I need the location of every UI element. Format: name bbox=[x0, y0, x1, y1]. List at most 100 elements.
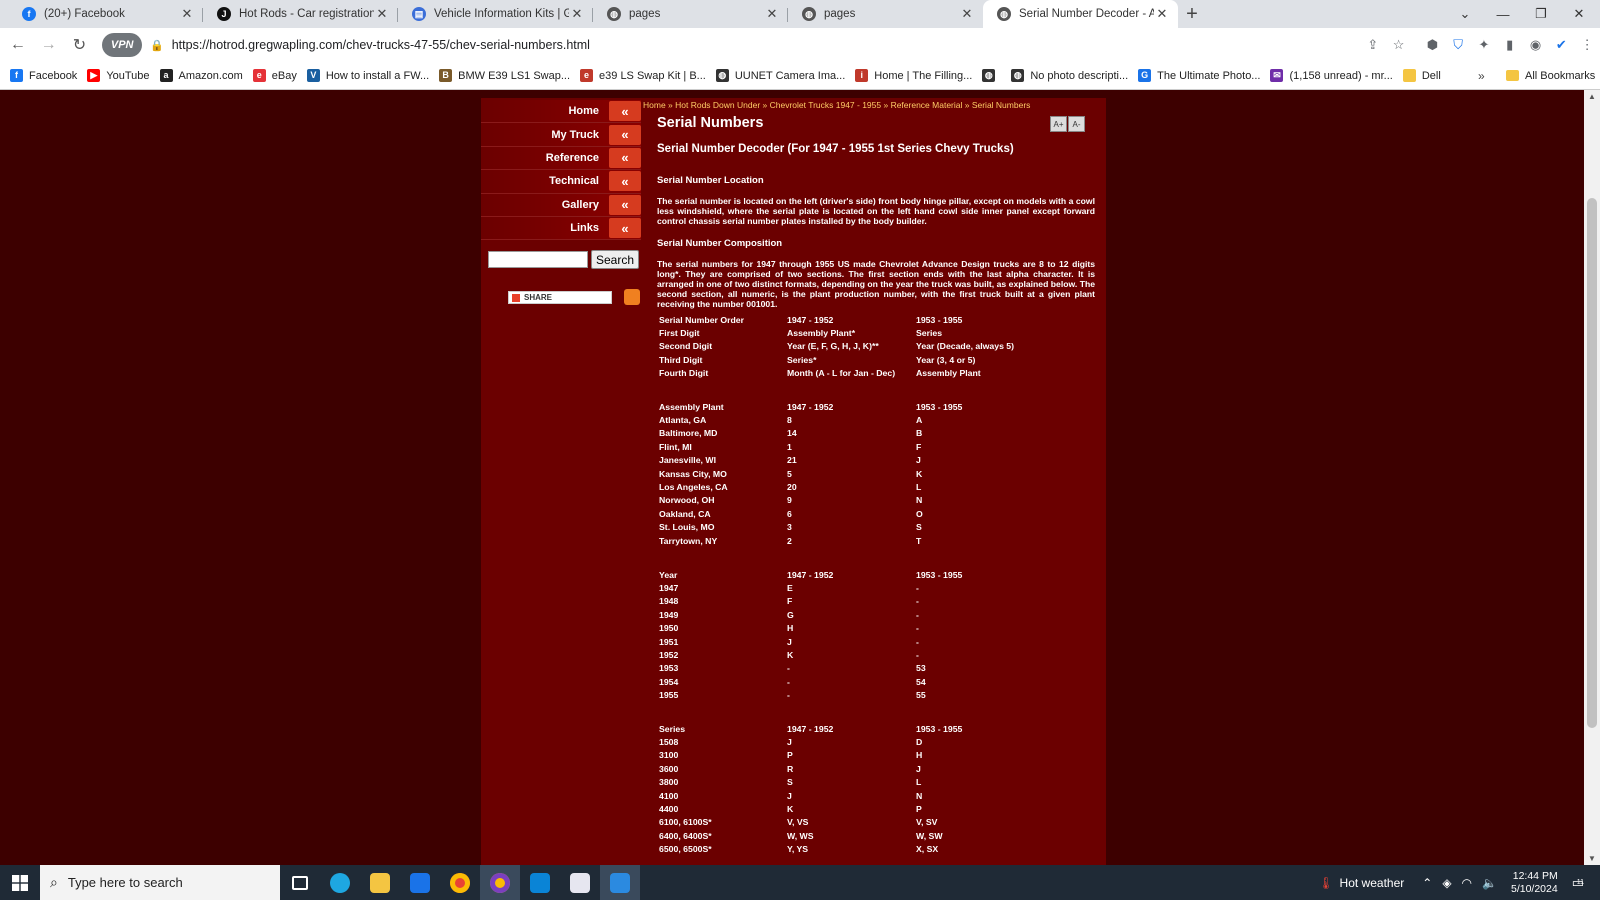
section-heading-location: Serial Number Location bbox=[657, 175, 764, 186]
bookmark-item[interactable]: e eBay bbox=[252, 69, 297, 82]
share-page-icon[interactable]: ⇪ bbox=[1360, 32, 1386, 58]
puzzle-icon[interactable]: ✦ bbox=[1471, 32, 1497, 58]
tab-close-icon[interactable]: ✕ bbox=[569, 6, 585, 22]
mail-icon[interactable] bbox=[400, 865, 440, 900]
tab-close-icon[interactable]: ✕ bbox=[764, 6, 780, 22]
tab-search-icon[interactable]: ⌄ bbox=[1446, 0, 1484, 28]
site-search-input[interactable] bbox=[488, 251, 588, 268]
bookmark-item[interactable]: G The Ultimate Photo... bbox=[1138, 69, 1260, 82]
bookmark-star-icon[interactable]: ☆ bbox=[1386, 32, 1412, 58]
browser-tab-3[interactable]: ◍ pages ✕ bbox=[593, 0, 788, 28]
table-row: Atlanta, GA 8 A bbox=[659, 413, 1096, 426]
table-cell: 1953 bbox=[659, 663, 679, 674]
share-button[interactable]: SHARE bbox=[508, 291, 612, 304]
browser-tab-0[interactable]: f (20+) Facebook ✕ bbox=[8, 0, 203, 28]
chrome-icon[interactable] bbox=[440, 865, 480, 900]
profile-icon[interactable]: ◉ bbox=[1523, 32, 1549, 58]
tab-close-icon[interactable]: ✕ bbox=[374, 6, 390, 22]
taskbar-search-input[interactable]: ⌕ Type here to search bbox=[40, 865, 280, 900]
bookmark-item[interactable]: e e39 LS Swap Kit | B... bbox=[580, 69, 706, 82]
bookmark-item[interactable]: ◍ UUNET Camera Ima... bbox=[715, 69, 845, 82]
forward-icon[interactable]: → bbox=[36, 32, 62, 58]
font-decrease-button[interactable]: A- bbox=[1068, 116, 1085, 132]
scroll-up-icon[interactable]: ▲ bbox=[1584, 92, 1600, 101]
site-search-button[interactable]: Search bbox=[591, 250, 639, 269]
network-icon[interactable]: ◈ bbox=[1442, 876, 1451, 890]
table-cell: 6500, 6500S* bbox=[659, 844, 712, 855]
browser-tab-5[interactable]: ◍ Serial Number Decoder - Advan✕ bbox=[983, 0, 1178, 28]
bookmark-item[interactable]: V How to install a FW... bbox=[306, 69, 429, 82]
bookmark-item[interactable]: ◍ No photo descripti... bbox=[1011, 69, 1128, 82]
tab-title: pages bbox=[824, 8, 856, 20]
more-bookmarks-icon[interactable]: » bbox=[1478, 69, 1485, 83]
tab-title: Serial Number Decoder - Advan bbox=[1019, 8, 1154, 20]
breadcrumb[interactable]: Home » Hot Rods Down Under » Chevrolet T… bbox=[643, 100, 1030, 110]
rss-icon[interactable] bbox=[624, 289, 640, 305]
shield-extension-icon[interactable]: ⛉ bbox=[1445, 32, 1471, 58]
table-cell: Year bbox=[659, 569, 678, 580]
tab-close-icon[interactable]: ✕ bbox=[179, 6, 195, 22]
weather-text[interactable]: Hot weather bbox=[1340, 876, 1405, 890]
clock[interactable]: 12:44 PM 5/10/2024 bbox=[1511, 870, 1558, 896]
bookmark-item[interactable]: a Amazon.com bbox=[159, 69, 243, 82]
address-bar[interactable]: 🔒 https://hotrod.gregwapling.com/chev-tr… bbox=[150, 31, 1360, 59]
font-increase-button[interactable]: A+ bbox=[1050, 116, 1067, 132]
browser-tab-4[interactable]: ◍ pages ✕ bbox=[788, 0, 983, 28]
table-cell: K bbox=[787, 804, 794, 815]
minimize-icon[interactable]: — bbox=[1484, 0, 1522, 28]
back-icon[interactable]: ← bbox=[5, 32, 31, 58]
extension-icon[interactable]: ⬢ bbox=[1419, 32, 1445, 58]
nav-item-home[interactable]: Home « bbox=[481, 100, 641, 124]
notification-icon[interactable]: ▭ 11 bbox=[1572, 875, 1584, 891]
all-bookmarks-button[interactable]: All Bookmarks bbox=[1506, 70, 1595, 82]
table-row: Fourth Digit Month (A - L for Jan - Dec) A… bbox=[659, 367, 1096, 380]
chrome-profile-icon[interactable] bbox=[480, 865, 520, 900]
clock-time: 12:44 PM bbox=[1512, 869, 1558, 882]
security-extension-icon[interactable]: ✔ bbox=[1548, 32, 1574, 58]
store-icon[interactable] bbox=[520, 865, 560, 900]
restore-icon[interactable]: ❐ bbox=[1522, 0, 1560, 28]
nav-item-technical[interactable]: Technical « bbox=[481, 170, 641, 194]
browser-tab-1[interactable]: J Hot Rods - Car registration in Ca✕ bbox=[203, 0, 398, 28]
reload-icon[interactable]: ↻ bbox=[67, 32, 93, 58]
scroll-thumb[interactable] bbox=[1587, 198, 1597, 728]
side-panel-icon[interactable]: ▮ bbox=[1497, 32, 1523, 58]
nav-item-my-truck[interactable]: My Truck « bbox=[481, 123, 641, 147]
table-row: Oakland, CA 6 O bbox=[659, 507, 1096, 520]
table-cell: 9 bbox=[787, 495, 792, 506]
bookmark-item[interactable]: i Home | The Filling... bbox=[855, 69, 972, 82]
nav-item-links[interactable]: Links « bbox=[481, 216, 641, 241]
task-view-icon[interactable] bbox=[280, 865, 320, 900]
vpn-badge[interactable]: VPN bbox=[102, 33, 143, 57]
new-tab-button[interactable]: + bbox=[1178, 0, 1206, 28]
volume-icon[interactable]: 🔈 bbox=[1482, 876, 1497, 890]
bookmark-item[interactable]: ◍ bbox=[982, 69, 1001, 82]
table-cell: Year (E, F, G, H, J, K)** bbox=[787, 341, 879, 352]
photos-icon[interactable] bbox=[600, 865, 640, 900]
gm-icon: ▤ bbox=[412, 7, 426, 21]
chevron-up-icon[interactable]: ⌃ bbox=[1422, 876, 1432, 890]
tab-close-icon[interactable]: ✕ bbox=[1154, 6, 1170, 22]
menu-icon[interactable]: ⋮ bbox=[1574, 32, 1600, 58]
windows-start-icon[interactable] bbox=[0, 865, 40, 900]
scroll-down-icon[interactable]: ▼ bbox=[1584, 854, 1600, 863]
bookmark-item[interactable]: ✉ (1,158 unread) - mr... bbox=[1270, 69, 1393, 82]
bookmark-item[interactable]: f Facebook bbox=[10, 69, 77, 82]
table-cell: 21 bbox=[787, 455, 797, 466]
table-cell: 1953 - 1955 bbox=[916, 569, 963, 580]
bookmark-favicon-icon: ▶ bbox=[87, 69, 101, 82]
tab-close-icon[interactable]: ✕ bbox=[959, 6, 975, 22]
browser-tab-2[interactable]: ▤ Vehicle Information Kits | GM He✕ bbox=[398, 0, 593, 28]
bookmark-item[interactable]: Dell bbox=[1402, 69, 1441, 82]
close-window-icon[interactable]: ✕ bbox=[1560, 0, 1598, 28]
page-scrollbar[interactable]: ▲ ▼ bbox=[1584, 90, 1600, 865]
nav-item-reference[interactable]: Reference « bbox=[481, 146, 641, 171]
bookmark-item[interactable]: B BMW E39 LS1 Swap... bbox=[439, 69, 570, 82]
file-explorer-icon[interactable] bbox=[360, 865, 400, 900]
browser-toolbar: ← → ↻ VPN 🔒 https://hotrod.gregwapling.c… bbox=[0, 28, 1600, 62]
app-icon[interactable] bbox=[560, 865, 600, 900]
bookmark-item[interactable]: ▶ YouTube bbox=[87, 69, 150, 82]
edge-icon[interactable] bbox=[320, 865, 360, 900]
wifi-icon[interactable]: ◠ bbox=[1462, 876, 1472, 890]
nav-item-gallery[interactable]: Gallery « bbox=[481, 193, 641, 217]
